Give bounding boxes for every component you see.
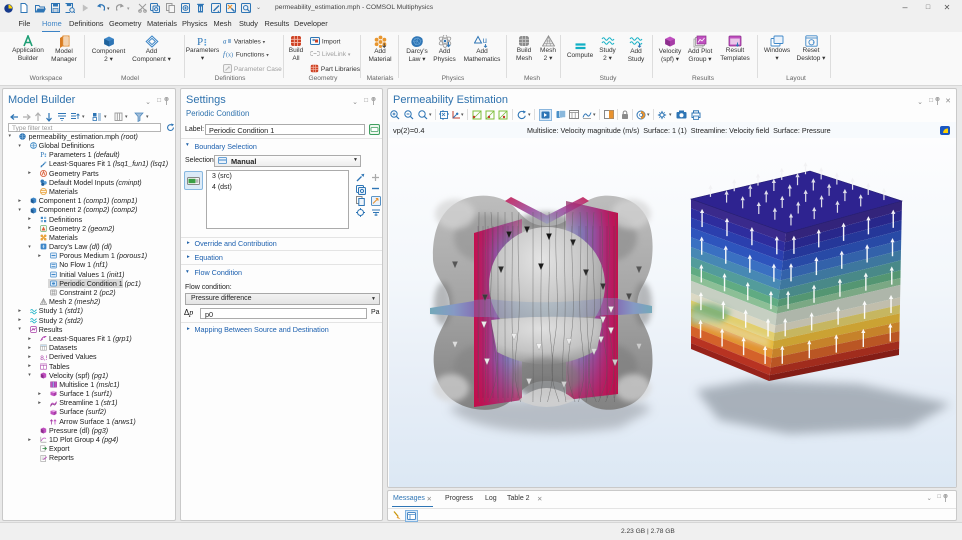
svg-text:(x): (x) — [226, 52, 233, 59]
svg-text:P: P — [40, 152, 44, 159]
svg-text:u: u — [483, 36, 487, 45]
svg-text:P: P — [197, 36, 203, 47]
svg-text:a: a — [223, 37, 227, 45]
svg-text:8,5: 8,5 — [40, 355, 47, 361]
